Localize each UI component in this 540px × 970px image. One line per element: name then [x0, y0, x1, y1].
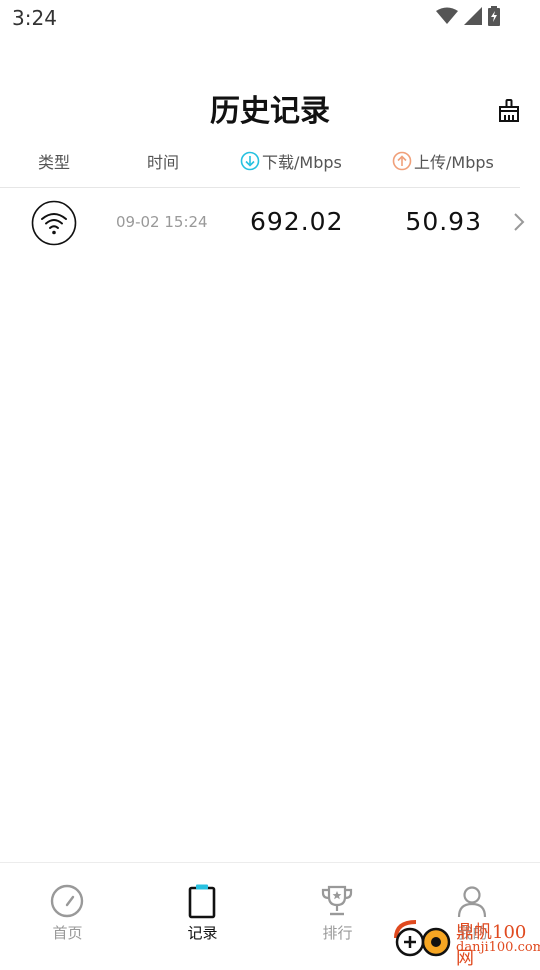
record-upload-value: 50.93	[405, 207, 482, 236]
broom-icon	[499, 99, 519, 122]
watermark: 鼎帆100网 danji100.com	[390, 914, 540, 969]
nav-label-home: 首页	[52, 924, 83, 942]
column-header-time: 时间	[147, 153, 180, 172]
speedometer-icon	[50, 884, 84, 918]
nav-label-records: 记录	[187, 924, 218, 942]
nav-item-home[interactable]: 首页	[0, 863, 135, 961]
status-bar: 3:24	[0, 0, 540, 36]
clipboard-icon	[188, 884, 216, 919]
battery-icon	[488, 6, 500, 26]
nav-item-ranking[interactable]: 排行	[270, 863, 405, 961]
clear-history-button[interactable]	[496, 98, 522, 124]
column-header-upload: 上传/Mbps	[392, 150, 494, 172]
status-icons	[436, 6, 500, 26]
wifi-signal-icon	[436, 7, 458, 24]
cell-signal-icon	[464, 7, 482, 25]
page-title: 历史记录	[210, 94, 330, 129]
watermark-text-en: danji100.com	[456, 940, 540, 955]
column-header-type: 类型	[38, 153, 71, 172]
status-time: 3:24	[12, 6, 57, 30]
upload-arrow-icon	[392, 151, 412, 171]
column-header-download: 下载/Mbps	[240, 150, 342, 172]
table-row[interactable]: 09-02 15:24 692.02 50.93	[0, 188, 540, 258]
column-header-download-label: 下载/Mbps	[262, 153, 342, 172]
record-time: 09-02 15:24	[116, 213, 208, 231]
watermark-logo-icon	[394, 920, 451, 957]
chevron-right-icon	[514, 213, 525, 231]
download-arrow-icon	[240, 151, 260, 171]
nav-item-records[interactable]: 记录	[135, 863, 270, 961]
nav-label-ranking: 排行	[322, 924, 353, 942]
column-header-upload-label: 上传/Mbps	[414, 153, 494, 172]
trophy-icon	[321, 885, 353, 916]
wifi-icon	[31, 200, 77, 246]
record-download-value: 692.02	[250, 207, 344, 236]
